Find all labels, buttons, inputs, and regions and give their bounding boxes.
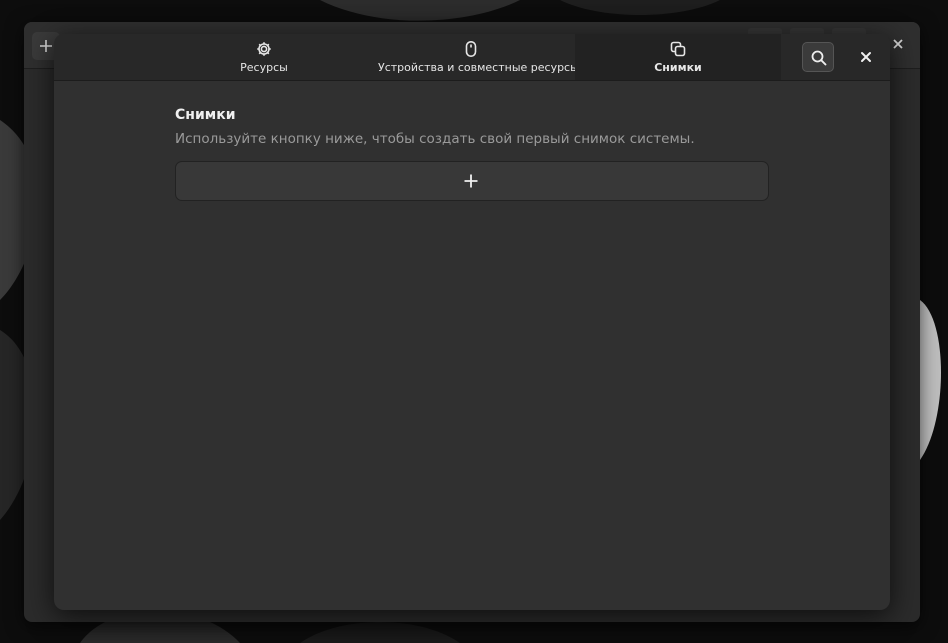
- plus-icon: [464, 174, 478, 188]
- close-icon: [861, 52, 871, 62]
- tab-snapshots-label: Снимки: [654, 61, 702, 74]
- search-button[interactable]: [802, 42, 834, 72]
- tab-devices[interactable]: Устройства и совместные ресурсы: [378, 34, 579, 80]
- section-title: Снимки: [175, 107, 236, 123]
- search-icon: [811, 50, 827, 66]
- tab-devices-label: Устройства и совместные ресурсы: [378, 61, 579, 74]
- mouse-icon: [465, 40, 477, 57]
- tab-resources-label: Ресурсы: [240, 61, 288, 74]
- gear-icon: [257, 42, 271, 56]
- snapshots-icon: [670, 41, 686, 57]
- headerbar: Ресурсы Устройства и совместные ресурсы …: [54, 34, 890, 81]
- tab-snapshots[interactable]: Снимки: [575, 34, 781, 80]
- add-snapshot-button[interactable]: [175, 161, 769, 201]
- tab-resources[interactable]: Ресурсы: [201, 34, 327, 80]
- snapshots-page: Снимки Используйте кнопку ниже, чтобы со…: [175, 104, 769, 201]
- close-button[interactable]: [854, 46, 878, 68]
- close-icon[interactable]: [888, 34, 908, 54]
- vm-settings-dialog: Ресурсы Устройства и совместные ресурсы …: [54, 34, 890, 610]
- section-description: Используйте кнопку ниже, чтобы создать с…: [175, 131, 695, 147]
